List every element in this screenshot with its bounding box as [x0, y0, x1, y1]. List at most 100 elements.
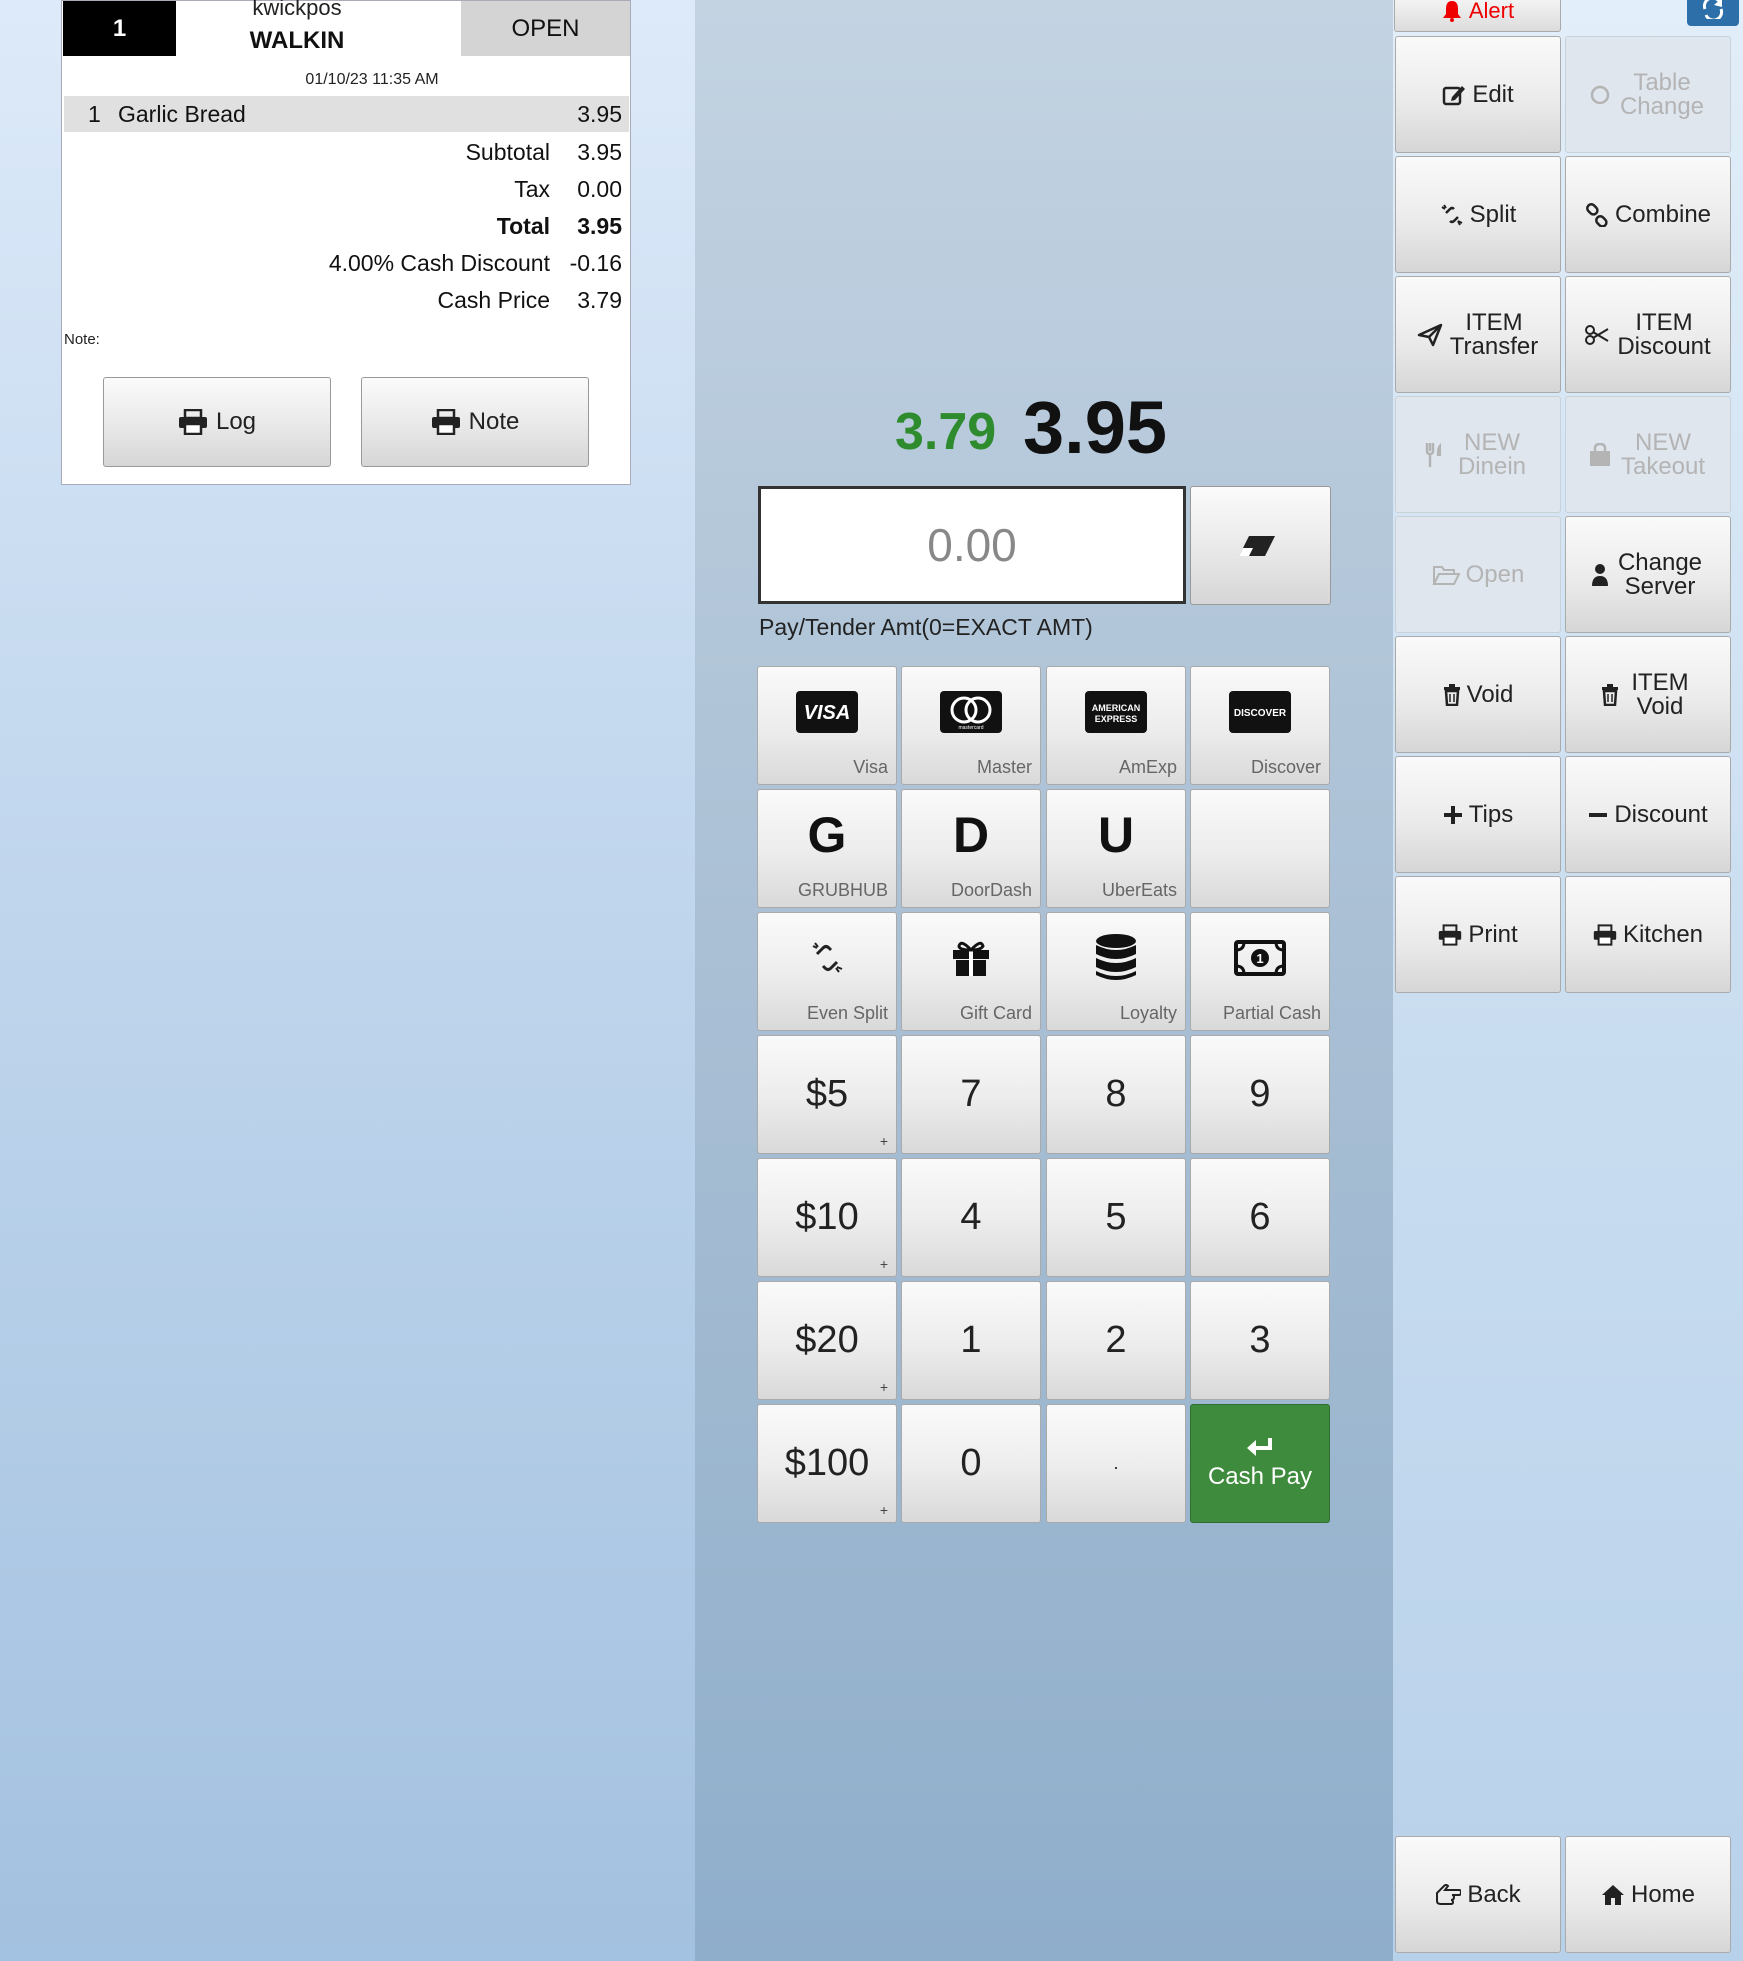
item-discount-button[interactable]: ITEM Discount — [1565, 276, 1731, 393]
visa-button[interactable]: VISA Visa — [757, 666, 897, 785]
combine-button[interactable]: Combine — [1565, 156, 1731, 273]
alert-button[interactable]: Alert — [1394, 0, 1561, 32]
split-label: Split — [1469, 200, 1517, 228]
quick-cash-10-label: $10 — [795, 1196, 859, 1238]
key-6[interactable]: 6 — [1190, 1158, 1330, 1277]
quick-cash-100-label: $100 — [784, 1442, 870, 1484]
combine-label: Combine — [1614, 200, 1712, 228]
key-0[interactable]: 0 — [901, 1404, 1041, 1523]
new-takeout-button[interactable]: NEW Takeout — [1565, 396, 1731, 513]
even-split-button[interactable]: Even Split — [757, 912, 897, 1031]
gift-icon — [951, 939, 991, 977]
open-button[interactable]: Open — [1395, 516, 1561, 633]
printer-icon — [178, 409, 207, 435]
partial-cash-button[interactable]: 1 Partial Cash — [1190, 912, 1330, 1031]
quick-cash-100-button[interactable]: $100 + — [757, 1404, 897, 1523]
quick-cash-10-button[interactable]: $10 + — [757, 1158, 897, 1277]
empty-tender-button[interactable] — [1190, 789, 1330, 908]
cash-price-row: Cash Price 3.79 — [438, 287, 622, 314]
clear-button[interactable] — [1190, 486, 1331, 605]
key-4[interactable]: 4 — [901, 1158, 1041, 1277]
money-icon: 1 — [1234, 939, 1286, 976]
gift-card-button[interactable]: Gift Card — [901, 912, 1041, 1031]
svg-text:1: 1 — [1256, 951, 1263, 966]
key-2[interactable]: 2 — [1046, 1281, 1186, 1400]
back-button[interactable]: Back — [1395, 1836, 1561, 1953]
doordash-button[interactable]: D DoorDash — [901, 789, 1041, 908]
void-button[interactable]: Void — [1395, 636, 1561, 753]
ticket-line-item[interactable]: 1 Garlic Bread 3.95 — [64, 96, 629, 132]
key-7[interactable]: 7 — [901, 1035, 1041, 1154]
loyalty-label: Loyalty — [1119, 1003, 1177, 1023]
log-button[interactable]: Log — [103, 377, 331, 467]
ticket-datetime: 01/10/23 11:35 AM — [305, 71, 439, 88]
change-server-button[interactable]: Change Server — [1565, 516, 1731, 633]
cash-pay-button[interactable]: Cash Pay — [1190, 1404, 1330, 1523]
subtotal-label: Subtotal — [465, 139, 550, 165]
key-decimal[interactable]: . — [1046, 1404, 1186, 1523]
total-amount: 3.95 — [1023, 386, 1168, 469]
amex-button[interactable]: AMERICAN EXPRESS AmExp — [1046, 666, 1186, 785]
svg-text:DISCOVER: DISCOVER — [1234, 708, 1287, 719]
kitchen-label: Kitchen — [1622, 920, 1704, 948]
ticket-type: WALKIN — [249, 27, 345, 54]
item-void-button[interactable]: ITEM Void — [1565, 636, 1731, 753]
plus-icon: + — [879, 1379, 888, 1395]
subtotal-value: 3.95 — [577, 139, 622, 165]
user-icon — [1591, 563, 1609, 587]
loyalty-button[interactable]: Loyalty — [1046, 912, 1186, 1031]
quick-cash-20-label: $20 — [795, 1319, 859, 1361]
item-name: Garlic Bread — [118, 100, 246, 127]
item-void-label: ITEM Void — [1631, 668, 1689, 720]
cash-price-value: 3.79 — [577, 287, 622, 313]
change-server-label: Change Server — [1617, 548, 1703, 600]
quick-cash-20-button[interactable]: $20 + — [757, 1281, 897, 1400]
new-dinein-button[interactable]: NEW Dinein — [1395, 396, 1561, 513]
discount-button[interactable]: Discount — [1565, 756, 1731, 873]
kitchen-button[interactable]: Kitchen — [1565, 876, 1731, 993]
refresh-icon — [1702, 0, 1724, 19]
tax-value: 0.00 — [577, 176, 622, 202]
ticket-status: OPEN — [461, 1, 630, 56]
note-button[interactable]: Note — [361, 377, 589, 467]
refresh-button[interactable] — [1687, 0, 1739, 26]
discount-label: Discount — [1614, 800, 1708, 828]
plus-icon — [1443, 805, 1463, 825]
home-button[interactable]: Home — [1565, 1836, 1731, 1953]
ubereats-button[interactable]: U UberEats — [1046, 789, 1186, 908]
ticket-owner: kwickpos — [252, 0, 342, 20]
ubereats-letter: U — [1097, 806, 1135, 863]
discover-button[interactable]: DISCOVER Discover — [1190, 666, 1330, 785]
key-3[interactable]: 3 — [1190, 1281, 1330, 1400]
link-icon — [1585, 202, 1609, 227]
split-button[interactable]: Split — [1395, 156, 1561, 273]
cash-discount-value: -0.16 — [569, 250, 622, 276]
key-1[interactable]: 1 — [901, 1281, 1041, 1400]
database-icon — [1094, 933, 1138, 983]
master-button[interactable]: mastercard Master — [901, 666, 1041, 785]
note-label: Note: — [64, 331, 100, 348]
edit-button[interactable]: Edit — [1395, 36, 1561, 153]
printer-icon — [1593, 923, 1617, 946]
cash-discount-row: 4.00% Cash Discount -0.16 — [329, 250, 622, 277]
quick-cash-5-button[interactable]: $5 + — [757, 1035, 897, 1154]
key-9[interactable]: 9 — [1190, 1035, 1330, 1154]
print-label: Print — [1468, 920, 1518, 948]
cash-price-label: Cash Price — [437, 287, 550, 313]
mastercard-icon: mastercard — [940, 690, 1002, 733]
item-transfer-button[interactable]: ITEM Transfer — [1395, 276, 1561, 393]
grubhub-button[interactable]: G GRUBHUB — [757, 789, 897, 908]
plus-icon: + — [879, 1133, 888, 1149]
home-label: Home — [1630, 1880, 1696, 1908]
key-8[interactable]: 8 — [1046, 1035, 1186, 1154]
plus-icon: + — [879, 1502, 888, 1518]
printer-icon — [431, 409, 460, 435]
print-button[interactable]: Print — [1395, 876, 1561, 993]
master-label: Master — [976, 757, 1032, 777]
tender-amount-input[interactable]: 0.00 — [758, 486, 1186, 604]
note-button-label: Note — [468, 408, 520, 435]
tips-button[interactable]: Tips — [1395, 756, 1561, 873]
key-5[interactable]: 5 — [1046, 1158, 1186, 1277]
table-change-button[interactable]: Table Change — [1565, 36, 1731, 153]
discover-card-icon: DISCOVER — [1229, 690, 1291, 733]
